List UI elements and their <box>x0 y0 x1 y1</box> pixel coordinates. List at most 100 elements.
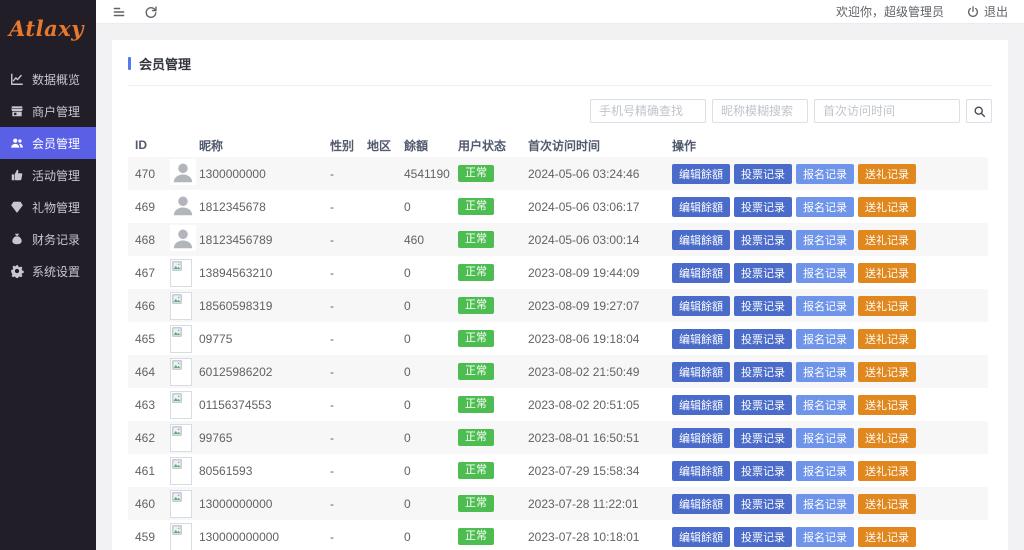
sidebar-item-会员管理[interactable]: 会员管理 <box>0 127 96 159</box>
gift-records-button[interactable]: 送礼记录 <box>858 164 916 184</box>
signup-records-button[interactable]: 报名记录 <box>796 329 854 349</box>
sidebar-item-礼物管理[interactable]: 礼物管理 <box>0 191 96 223</box>
phone-search-input[interactable] <box>590 99 706 123</box>
edit-balance-button[interactable]: 编辑餘額 <box>672 527 730 547</box>
signup-records-button[interactable]: 报名记录 <box>796 461 854 481</box>
collapse-sidebar-icon[interactable] <box>112 5 126 19</box>
vote-records-button[interactable]: 投票记录 <box>734 230 792 250</box>
signup-records-button[interactable]: 报名记录 <box>796 494 854 514</box>
row-actions: 编辑餘額投票记录报名记录送礼记录 <box>672 461 988 481</box>
signup-records-button[interactable]: 报名记录 <box>796 296 854 316</box>
vote-records-button[interactable]: 投票记录 <box>734 461 792 481</box>
sidebar-item-财务记录[interactable]: 财务记录 <box>0 223 96 255</box>
broken-image-icon <box>170 391 192 419</box>
sidebar-item-数据概览[interactable]: 数据概览 <box>0 63 96 95</box>
member-nickname: 13000000000 <box>199 497 330 511</box>
signup-records-button[interactable]: 报名记录 <box>796 263 854 283</box>
gift-records-button[interactable]: 送礼记录 <box>858 362 916 382</box>
gift-records-button[interactable]: 送礼记录 <box>858 329 916 349</box>
vote-records-button[interactable]: 投票记录 <box>734 263 792 283</box>
signup-records-button[interactable]: 报名记录 <box>796 395 854 415</box>
visit-time-input[interactable] <box>814 99 960 123</box>
signup-records-button[interactable]: 报名记录 <box>796 428 854 448</box>
status-badge: 正常 <box>458 297 494 315</box>
signup-records-button[interactable]: 报名记录 <box>796 197 854 217</box>
edit-balance-button[interactable]: 编辑餘額 <box>672 263 730 283</box>
edit-balance-button[interactable]: 编辑餘額 <box>672 329 730 349</box>
table-row: 463 01156374553 - 0 正常 2023-08-02 20:51:… <box>128 388 988 421</box>
sidebar-item-label: 会员管理 <box>32 135 80 152</box>
sidebar-item-商户管理[interactable]: 商户管理 <box>0 95 96 127</box>
signup-records-button[interactable]: 报名记录 <box>796 164 854 184</box>
avatar-cell <box>170 523 199 550</box>
edit-balance-button[interactable]: 编辑餘額 <box>672 230 730 250</box>
vote-records-button[interactable]: 投票记录 <box>734 329 792 349</box>
status-cell: 正常 <box>458 165 528 183</box>
signup-records-button[interactable]: 报名记录 <box>796 527 854 547</box>
vote-records-button[interactable]: 投票记录 <box>734 395 792 415</box>
broken-image-icon <box>170 523 192 550</box>
broken-image-icon <box>170 457 192 485</box>
vote-records-button[interactable]: 投票记录 <box>734 362 792 382</box>
vote-records-button[interactable]: 投票记录 <box>734 527 792 547</box>
edit-balance-button[interactable]: 编辑餘額 <box>672 494 730 514</box>
sidebar-item-活动管理[interactable]: 活动管理 <box>0 159 96 191</box>
page-title: 会员管理 <box>128 54 992 73</box>
gift-records-button[interactable]: 送礼记录 <box>858 527 916 547</box>
sidebar-item-系统设置[interactable]: 系统设置 <box>0 255 96 287</box>
gift-records-button[interactable]: 送礼记录 <box>858 461 916 481</box>
nickname-search-input[interactable] <box>712 99 808 123</box>
refresh-icon[interactable] <box>144 5 158 19</box>
status-badge: 正常 <box>458 363 494 381</box>
table-row: 466 18560598319 - 0 正常 2023-08-09 19:27:… <box>128 289 988 322</box>
gift-records-button[interactable]: 送礼记录 <box>858 395 916 415</box>
member-balance: 0 <box>404 365 458 379</box>
gift-records-button[interactable]: 送礼记录 <box>858 263 916 283</box>
gift-records-button[interactable]: 送礼记录 <box>858 494 916 514</box>
search-button[interactable] <box>966 99 992 123</box>
users-icon <box>10 136 24 150</box>
gift-records-button[interactable]: 送礼记录 <box>858 428 916 448</box>
table-row: 467 13894563210 - 0 正常 2023-08-09 19:44:… <box>128 256 988 289</box>
member-balance: 0 <box>404 398 458 412</box>
col-gender: 性别 <box>330 137 367 154</box>
topbar: 欢迎你，超级管理员 退出 <box>96 0 1024 24</box>
gift-records-button[interactable]: 送礼记录 <box>858 296 916 316</box>
signup-records-button[interactable]: 报名记录 <box>796 362 854 382</box>
member-first-visit: 2023-08-09 19:44:09 <box>528 266 672 280</box>
edit-balance-button[interactable]: 编辑餘額 <box>672 362 730 382</box>
status-badge: 正常 <box>458 231 494 249</box>
moneybag-icon <box>10 232 24 246</box>
vote-records-button[interactable]: 投票记录 <box>734 494 792 514</box>
member-balance: 0 <box>404 431 458 445</box>
status-badge: 正常 <box>458 528 494 546</box>
gear-icon <box>10 264 24 278</box>
edit-balance-button[interactable]: 编辑餘額 <box>672 395 730 415</box>
edit-balance-button[interactable]: 编辑餘額 <box>672 428 730 448</box>
row-actions: 编辑餘額投票记录报名记录送礼记录 <box>672 230 988 250</box>
col-region: 地区 <box>367 137 404 154</box>
logout-label: 退出 <box>984 3 1008 20</box>
status-cell: 正常 <box>458 198 528 216</box>
vote-records-button[interactable]: 投票记录 <box>734 164 792 184</box>
vote-records-button[interactable]: 投票记录 <box>734 296 792 316</box>
edit-balance-button[interactable]: 编辑餘額 <box>672 461 730 481</box>
table-row: 465 09775 - 0 正常 2023-08-06 19:18:04 编辑餘… <box>128 322 988 355</box>
gift-records-button[interactable]: 送礼记录 <box>858 197 916 217</box>
edit-balance-button[interactable]: 编辑餘額 <box>672 164 730 184</box>
avatar-cell <box>170 457 199 485</box>
avatar-cell <box>170 391 199 419</box>
signup-records-button[interactable]: 报名记录 <box>796 230 854 250</box>
sidebar: Atlaxy 数据概览商户管理会员管理活动管理礼物管理财务记录系统设置 <box>0 0 96 550</box>
edit-balance-button[interactable]: 编辑餘額 <box>672 296 730 316</box>
vote-records-button[interactable]: 投票记录 <box>734 197 792 217</box>
member-balance: 0 <box>404 497 458 511</box>
vote-records-button[interactable]: 投票记录 <box>734 428 792 448</box>
gift-records-button[interactable]: 送礼记录 <box>858 230 916 250</box>
member-id: 465 <box>128 332 170 346</box>
member-balance: 0 <box>404 464 458 478</box>
logout-button[interactable]: 退出 <box>966 3 1008 20</box>
member-management-card: 会员管理 ID 昵称 <box>112 40 1008 550</box>
edit-balance-button[interactable]: 编辑餘額 <box>672 197 730 217</box>
member-id: 461 <box>128 464 170 478</box>
